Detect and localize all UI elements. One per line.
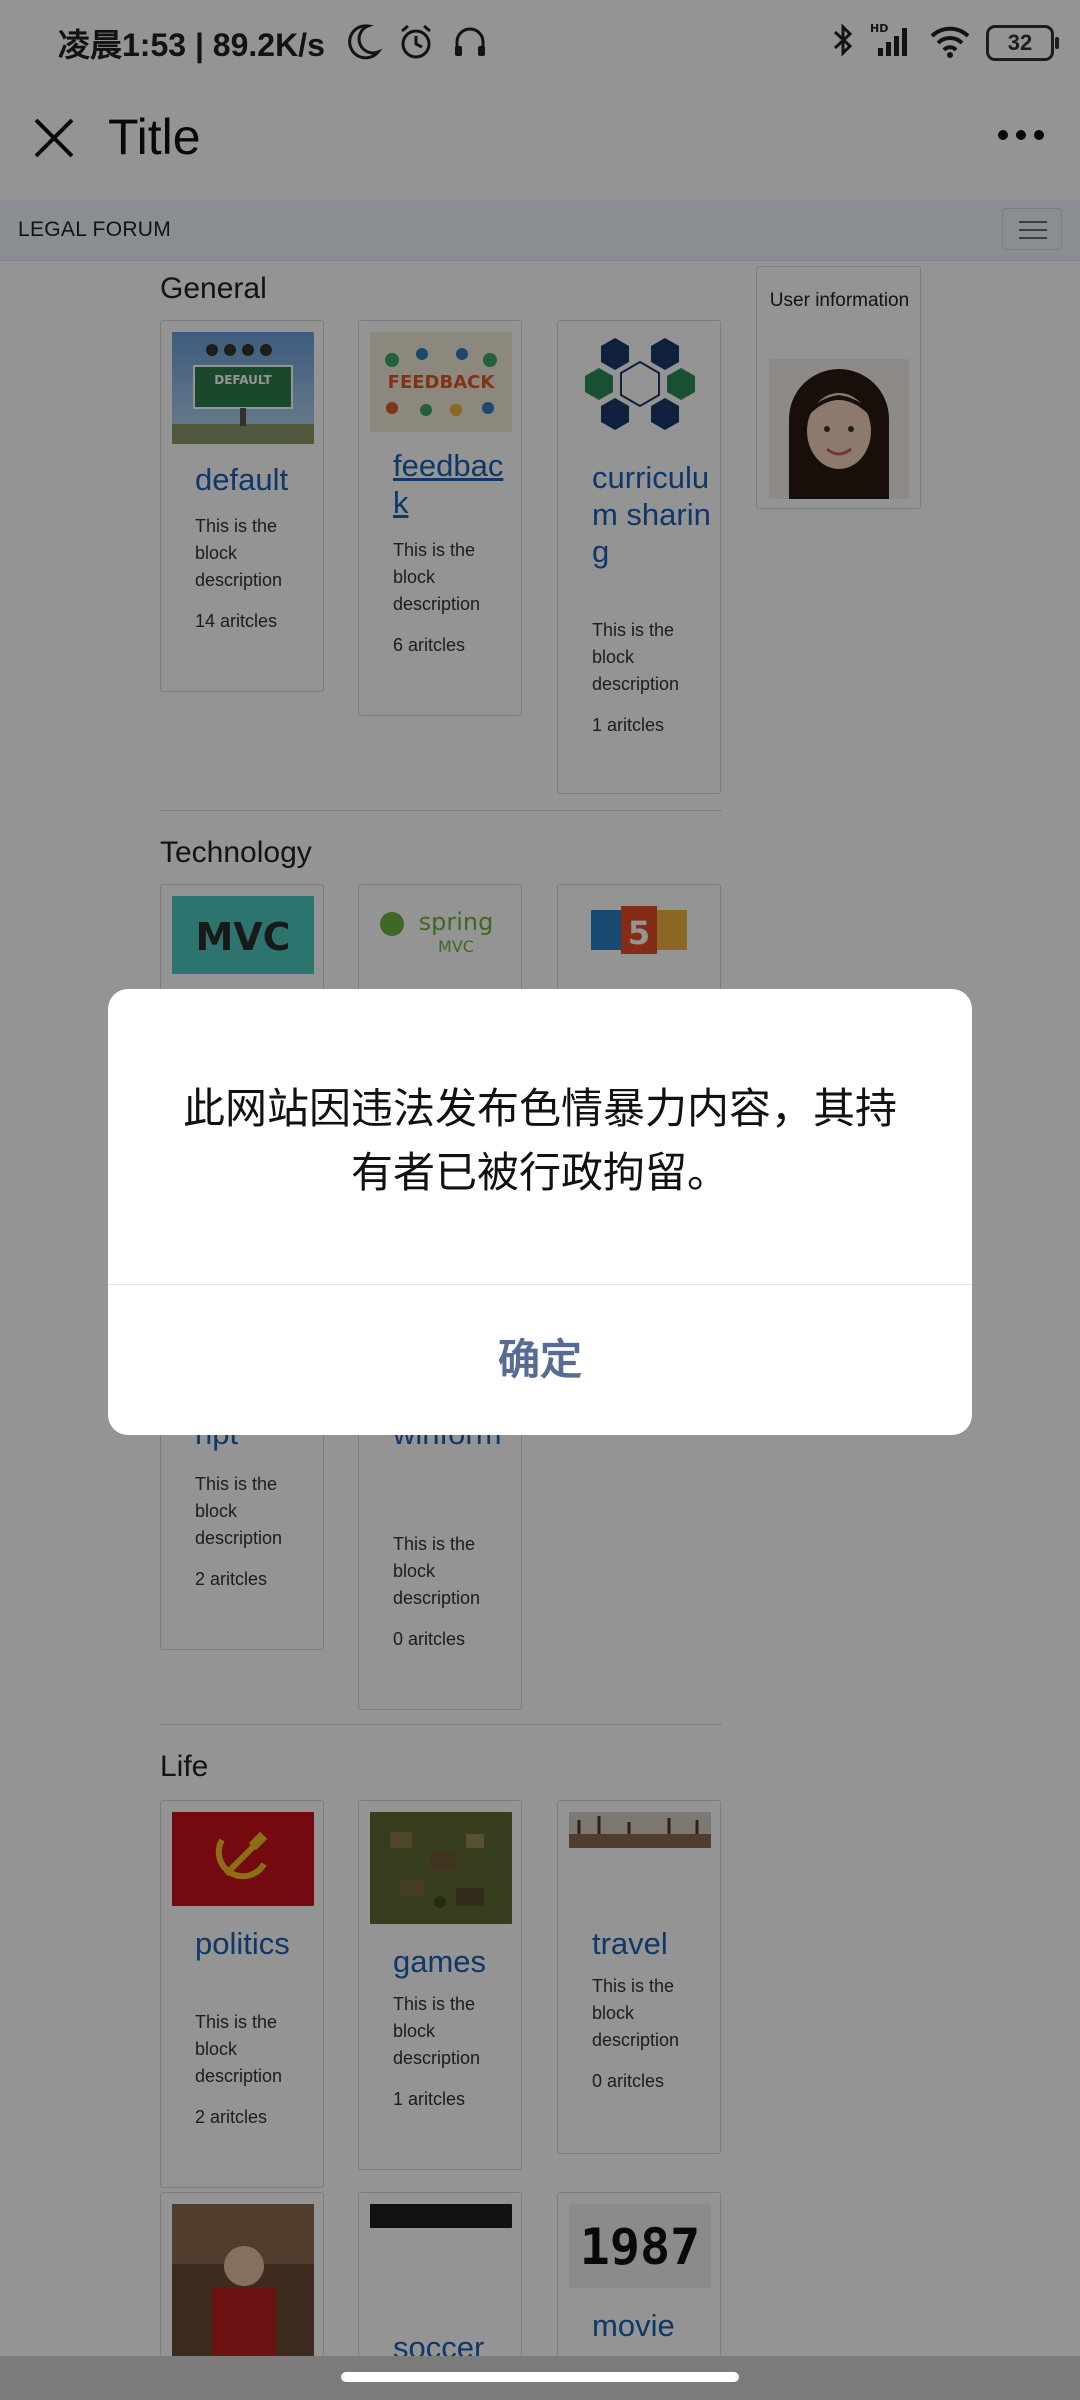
- dialog-message: 此网站因违法发布色情暴力内容，其持有者已被行政拘留。: [182, 1085, 897, 1196]
- home-indicator[interactable]: [341, 2372, 739, 2382]
- confirm-button[interactable]: 确定: [108, 1285, 972, 1435]
- alert-dialog: 此网站因违法发布色情暴力内容，其持有者已被行政拘留。 确定: [108, 989, 972, 1435]
